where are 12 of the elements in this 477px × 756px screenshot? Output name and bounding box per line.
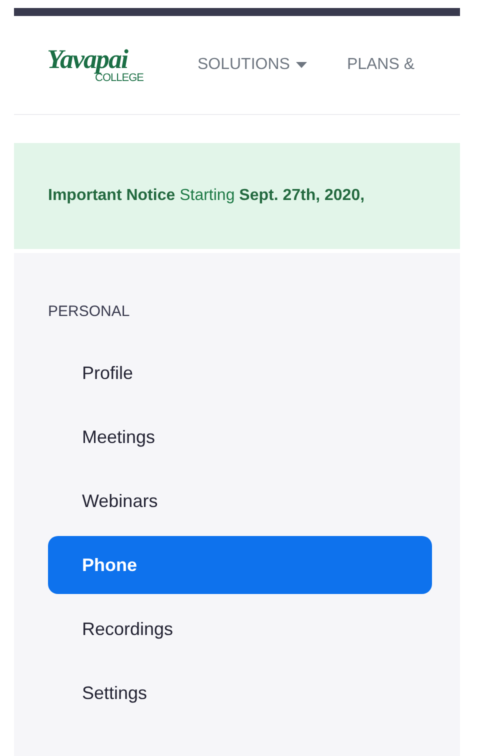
logo[interactable]: Yavapai COLLEGE (47, 46, 144, 84)
caret-icon (296, 62, 307, 68)
notice-text: Important Notice Starting Sept. 27th, 2020, (48, 186, 365, 206)
nav-link[interactable]: SOLUTIONS (197, 53, 307, 77)
sidebar-item[interactable]: Webinars (48, 472, 432, 530)
section-heading: PERSONAL (48, 302, 130, 322)
sidebar-item[interactable]: Profile (48, 344, 432, 402)
sidebar-item[interactable]: Recordings (48, 600, 432, 658)
sidebar-item[interactable]: Meetings (48, 408, 432, 466)
sidebar-item[interactable]: Phone (48, 536, 432, 594)
nav-link[interactable]: PLANS & (346, 53, 415, 77)
sidebar-item[interactable]: Settings (48, 664, 432, 722)
